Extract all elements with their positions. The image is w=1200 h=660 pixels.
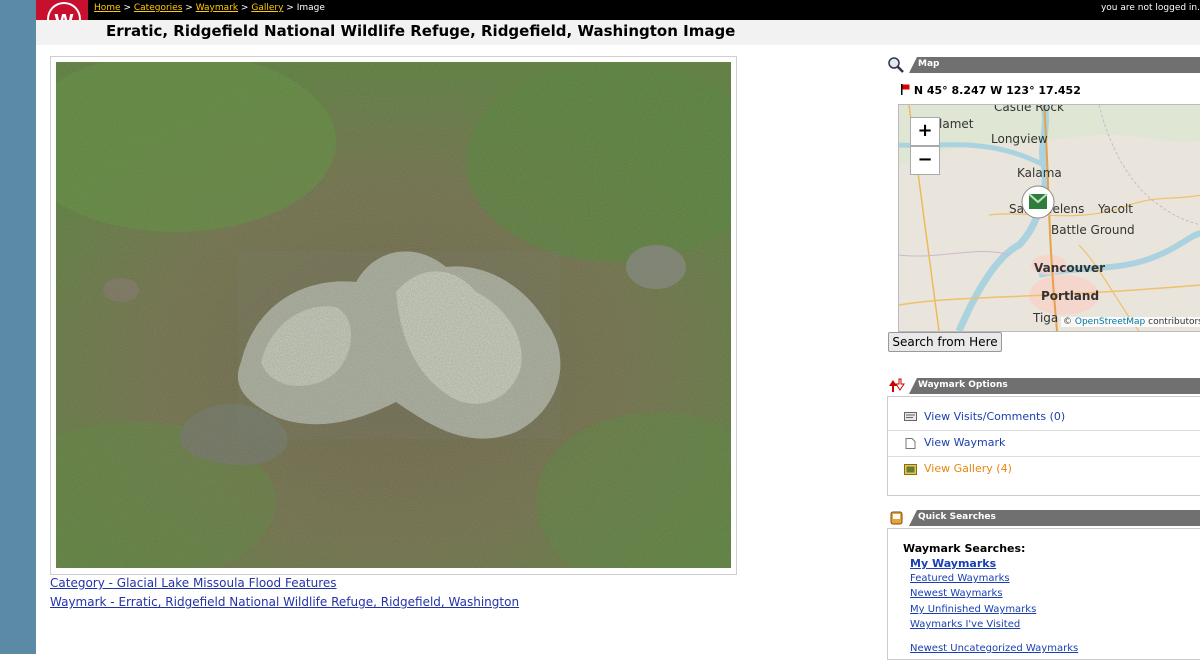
attribution-osm-link[interactable]: OpenStreetMap <box>1075 317 1145 327</box>
option-view-waymark[interactable]: View Waymark <box>888 431 1200 457</box>
option-view-visits[interactable]: View Visits/Comments (0) <box>888 405 1200 431</box>
login-status: you are not logged in. <box>1100 3 1200 13</box>
map-panel-header: Map <box>887 57 1200 73</box>
waymark-pin-icon[interactable] <box>1021 185 1055 219</box>
map-label-kalama: Kalama <box>1017 166 1062 180</box>
waymark-searches-heading: Waymark Searches: <box>903 542 1026 555</box>
map-label-tiga: Tiga <box>1033 311 1059 325</box>
quick-search-newest-uncategorized[interactable]: Newest Uncategorized Waymarks <box>910 643 1078 654</box>
map-panel-title: Map <box>918 59 940 69</box>
map-label-portland: Portland <box>1041 289 1100 303</box>
gallery-icon <box>904 464 917 475</box>
coordinates-text: N 45° 8.247 W 123° 17.452 <box>913 84 1081 97</box>
breadcrumb-current: Image <box>296 3 325 13</box>
attribution-suffix: contributors <box>1148 317 1200 327</box>
quick-search-panel-title: Quick Searches <box>918 512 996 522</box>
map-label-longview: Longview <box>991 132 1048 146</box>
map-zoom-out-button[interactable]: − <box>910 146 940 175</box>
waymark-link[interactable]: Waymark - Erratic, Ridgefield National W… <box>50 595 519 609</box>
map-label-battle-ground: Battle Ground <box>1051 223 1135 237</box>
breadcrumb: Home > Categories > Waymark > Gallery > … <box>94 3 325 13</box>
quick-search-my-waymarks[interactable]: My Waymarks <box>910 557 996 570</box>
map-view[interactable]: Castle Rock lamet Longview Kalama Saint … <box>898 104 1200 332</box>
quick-search-newest-waymarks[interactable]: Newest Waymarks <box>910 588 1003 599</box>
option-view-gallery-label: View Gallery (4) <box>924 462 1012 475</box>
option-view-waymark-label: View Waymark <box>924 436 1006 449</box>
search-from-here-button[interactable]: Search from Here <box>888 332 1002 352</box>
map-label-yacolt: Yacolt <box>1098 202 1134 216</box>
breadcrumb-home[interactable]: Home <box>94 3 121 13</box>
page-icon <box>905 438 916 449</box>
category-link[interactable]: Category - Glacial Lake Missoula Flood F… <box>50 576 337 590</box>
attribution-copyright: © <box>1063 317 1072 327</box>
breadcrumb-separator: > <box>123 3 131 13</box>
map-attribution: © OpenStreetMap contributors <box>1061 317 1200 327</box>
breadcrumb-waymark[interactable]: Waymark <box>196 3 238 13</box>
coordinates: N 45° 8.247 W 123° 17.452 <box>900 84 1081 97</box>
binoculars-icon <box>890 511 903 525</box>
arrows-icon <box>889 378 905 392</box>
map-label-vancouver: Vancouver <box>1034 261 1106 275</box>
quick-search-visited-waymarks[interactable]: Waymarks I've Visited <box>910 619 1020 630</box>
comment-icon <box>904 412 917 421</box>
option-view-gallery[interactable]: View Gallery (4) <box>888 457 1200 482</box>
left-rail <box>0 0 36 654</box>
quick-search-unfinished-waymarks[interactable]: My Unfinished Waymarks <box>910 604 1036 615</box>
map-label-lamet: lamet <box>939 117 974 131</box>
map-panel-bar <box>909 57 1200 73</box>
breadcrumb-separator: > <box>240 3 249 13</box>
options-panel-header: Waymark Options <box>887 378 1200 394</box>
quick-search-panel-header: Quick Searches <box>887 510 1200 526</box>
options-panel-title: Waymark Options <box>918 380 1008 390</box>
breadcrumb-categories[interactable]: Categories <box>134 3 183 13</box>
flag-icon <box>901 84 910 95</box>
quick-search-featured-waymarks[interactable]: Featured Waymarks <box>910 573 1010 584</box>
options-panel: View Visits/Comments (0) View Waymark Vi… <box>887 396 1200 496</box>
map-label-castle-rock: Castle Rock <box>994 104 1064 114</box>
page-title: Erratic, Ridgefield National Wildlife Re… <box>106 22 736 40</box>
breadcrumb-separator: > <box>286 3 294 13</box>
option-view-visits-label: View Visits/Comments (0) <box>924 410 1066 423</box>
breadcrumb-separator: > <box>185 3 193 13</box>
map-zoom-in-button[interactable]: + <box>910 117 940 146</box>
magnifier-icon <box>888 57 904 73</box>
gallery-photo <box>56 62 731 568</box>
breadcrumb-gallery[interactable]: Gallery <box>251 3 283 13</box>
